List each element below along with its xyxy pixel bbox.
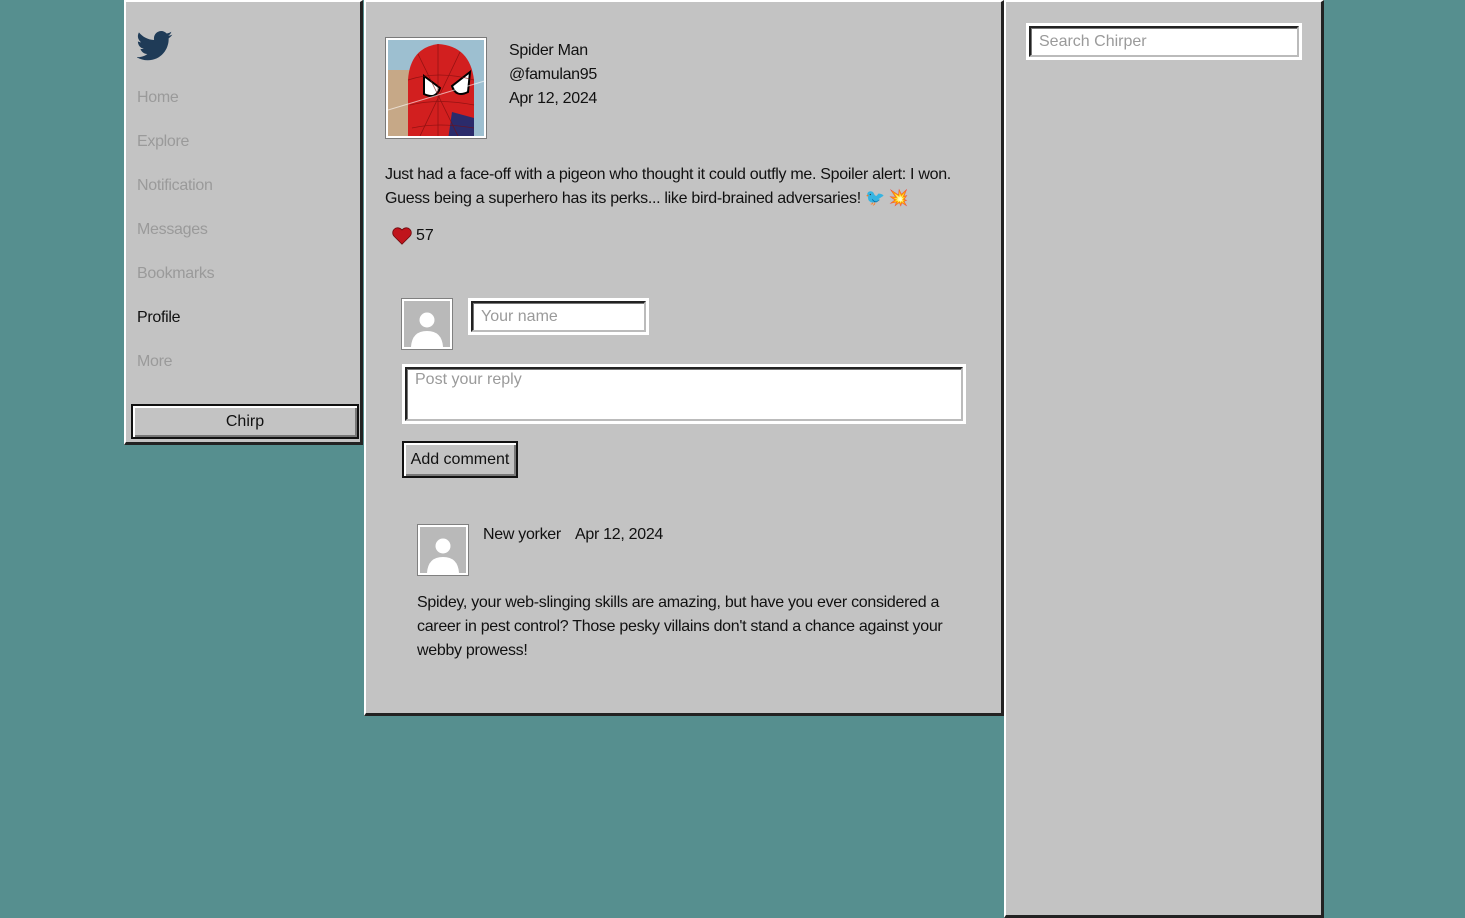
nav-item-explore[interactable]: Explore <box>137 133 189 151</box>
right-sidebar <box>1004 0 1324 918</box>
comment-text: Spidey, your web-slinging skills are ama… <box>417 594 943 659</box>
name-input[interactable] <box>471 301 646 332</box>
author-name[interactable]: Spider Man <box>509 42 588 60</box>
comment-avatar <box>418 525 468 575</box>
post-text: Just had a face-off with a pigeon who th… <box>385 166 951 207</box>
nav-item-messages[interactable]: Messages <box>137 221 208 239</box>
name-field-wrapper <box>468 298 649 335</box>
search-input[interactable] <box>1029 26 1299 57</box>
nav-item-notification[interactable]: Notification <box>137 177 213 195</box>
add-comment-button[interactable]: Add comment <box>402 441 518 478</box>
like-count: 57 <box>416 227 434 244</box>
nav-item-bookmarks[interactable]: Bookmarks <box>137 265 215 283</box>
chirp-button[interactable]: Chirp <box>131 404 359 439</box>
author-avatar[interactable] <box>386 38 486 138</box>
heart-icon <box>392 227 412 245</box>
comment-author[interactable]: New yorker <box>483 526 561 544</box>
nav-item-more[interactable]: More <box>137 353 173 371</box>
nav-item-profile[interactable]: Profile <box>137 309 181 327</box>
sidebar: Home Explore Notification Messages Bookm… <box>124 0 363 445</box>
user-silhouette-icon <box>427 538 459 573</box>
spiderman-avatar-icon <box>388 40 484 136</box>
search-field-wrapper <box>1026 23 1302 60</box>
post-date: Apr 12, 2024 <box>509 90 598 107</box>
reply-input[interactable] <box>405 367 963 421</box>
like-button[interactable]: 57 <box>392 227 434 245</box>
reply-field-wrapper <box>402 364 966 424</box>
bird-icon[interactable] <box>137 30 173 62</box>
comment-date: Apr 12, 2024 <box>575 526 664 543</box>
reply-avatar <box>402 299 452 349</box>
author-handle[interactable]: @famulan95 <box>509 66 597 84</box>
user-silhouette-icon <box>411 312 443 347</box>
main-feed: Spider Man @famulan95 Apr 12, 2024 Just … <box>364 0 1004 716</box>
nav-item-home[interactable]: Home <box>137 89 179 107</box>
